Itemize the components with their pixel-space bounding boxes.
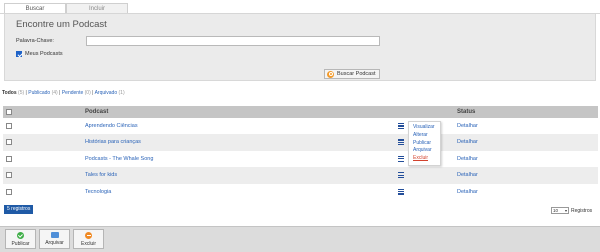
filter-separator: | bbox=[92, 90, 94, 96]
detail-link[interactable]: Detalhar bbox=[457, 172, 478, 178]
filter-all[interactable]: Todos bbox=[2, 90, 17, 96]
filter-pending-count: (0) bbox=[84, 90, 91, 96]
select-all-checkbox[interactable] bbox=[6, 109, 12, 115]
hamburger-menu-icon[interactable] bbox=[398, 188, 404, 195]
my-podcasts-option[interactable]: Meus Podcasts bbox=[16, 51, 63, 57]
table-row: Podcasts - The Whale Song Detalhar bbox=[3, 151, 598, 167]
podcast-title-link[interactable]: Podcasts - The Whale Song bbox=[85, 156, 153, 162]
chevron-down-icon bbox=[565, 209, 567, 212]
menu-item-publicar[interactable]: Publicar bbox=[413, 140, 440, 148]
menu-item-alterar[interactable]: Alterar bbox=[413, 132, 440, 140]
filter-published-count: (4) bbox=[51, 90, 58, 96]
table-header: Podcast Status bbox=[3, 106, 598, 118]
delete-button-label: Excluir bbox=[80, 241, 96, 247]
podcast-title-link[interactable]: Aprendendo Ciências bbox=[85, 123, 138, 129]
hamburger-menu-icon[interactable] bbox=[398, 123, 404, 129]
column-header-status[interactable]: Status bbox=[457, 109, 475, 115]
search-icon bbox=[327, 70, 334, 78]
detail-link[interactable]: Detalhar bbox=[457, 189, 478, 195]
detail-link[interactable]: Detalhar bbox=[457, 156, 478, 162]
podcast-title-link[interactable]: Tecnologia bbox=[85, 189, 111, 195]
minus-circle-icon bbox=[85, 232, 92, 239]
my-podcasts-checkbox[interactable] bbox=[16, 51, 22, 57]
detail-link[interactable]: Detalhar bbox=[457, 123, 478, 129]
hamburger-menu-icon[interactable] bbox=[398, 172, 404, 179]
record-count-badge: 5 registros bbox=[4, 205, 34, 214]
archive-button-label: Arquivar bbox=[45, 240, 64, 246]
podcast-title-link[interactable]: Tales for kids bbox=[85, 172, 117, 178]
filter-separator: | bbox=[59, 90, 61, 96]
page-size-select[interactable]: 10 bbox=[551, 207, 569, 214]
menu-item-excluir[interactable]: Excluir bbox=[413, 155, 440, 163]
status-filters: Todos (5) | Publicado (4) | Pendente (0)… bbox=[2, 90, 125, 96]
filter-archived-count: (1) bbox=[118, 90, 125, 96]
table-row: Histórias para crianças Detalhar bbox=[3, 134, 598, 151]
column-header-podcast[interactable]: Podcast bbox=[85, 109, 108, 115]
table-row: Tecnologia Detalhar bbox=[3, 184, 598, 200]
search-podcast-button[interactable]: Buscar Podcast bbox=[324, 69, 380, 79]
page-size-control: 10 Registros bbox=[551, 207, 592, 214]
filter-published[interactable]: Publicado bbox=[28, 90, 50, 96]
page-size-value: 10 bbox=[553, 208, 559, 213]
menu-item-arquivar[interactable]: Arquivar bbox=[413, 147, 440, 155]
menu-item-visualizar[interactable]: Visualizar bbox=[413, 124, 440, 132]
row-checkbox[interactable] bbox=[6, 188, 12, 195]
delete-button[interactable]: Excluir bbox=[73, 229, 104, 249]
filter-separator: | bbox=[25, 90, 27, 96]
podcast-title-link[interactable]: Histórias para crianças bbox=[85, 139, 141, 145]
row-checkbox[interactable] bbox=[6, 123, 12, 129]
page-title: Encontre um Podcast bbox=[16, 19, 107, 30]
publish-button[interactable]: Publicar bbox=[5, 229, 36, 249]
archive-button[interactable]: Arquivar bbox=[39, 229, 70, 249]
page-size-label: Registros bbox=[571, 207, 593, 214]
hamburger-menu-icon[interactable] bbox=[398, 139, 404, 146]
my-podcasts-label: Meus Podcasts bbox=[25, 51, 63, 57]
detail-link[interactable]: Detalhar bbox=[457, 139, 478, 145]
filter-archived[interactable]: Arquivado bbox=[95, 90, 118, 96]
hamburger-menu-icon[interactable] bbox=[398, 155, 404, 162]
filter-pending[interactable]: Pendente bbox=[62, 90, 83, 96]
row-checkbox[interactable] bbox=[6, 155, 12, 162]
filter-all-count: (5) bbox=[18, 90, 25, 96]
table-row: Aprendendo Ciências Detalhar bbox=[3, 118, 598, 134]
keyword-label: Palavra-Chave: bbox=[16, 38, 54, 44]
check-circle-icon bbox=[17, 232, 24, 239]
row-checkbox[interactable] bbox=[6, 172, 12, 179]
publish-button-label: Publicar bbox=[11, 241, 30, 247]
table-body: Aprendendo Ciências Detalhar Histórias p… bbox=[3, 118, 598, 200]
table-row: Tales for kids Detalhar bbox=[3, 167, 598, 184]
row-action-menu: Visualizar Alterar Publicar Arquivar Exc… bbox=[408, 121, 441, 166]
keyword-input[interactable] bbox=[86, 36, 380, 46]
search-button-label: Buscar Podcast bbox=[337, 71, 376, 77]
archive-box-icon bbox=[50, 232, 59, 238]
row-checkbox[interactable] bbox=[6, 139, 12, 146]
